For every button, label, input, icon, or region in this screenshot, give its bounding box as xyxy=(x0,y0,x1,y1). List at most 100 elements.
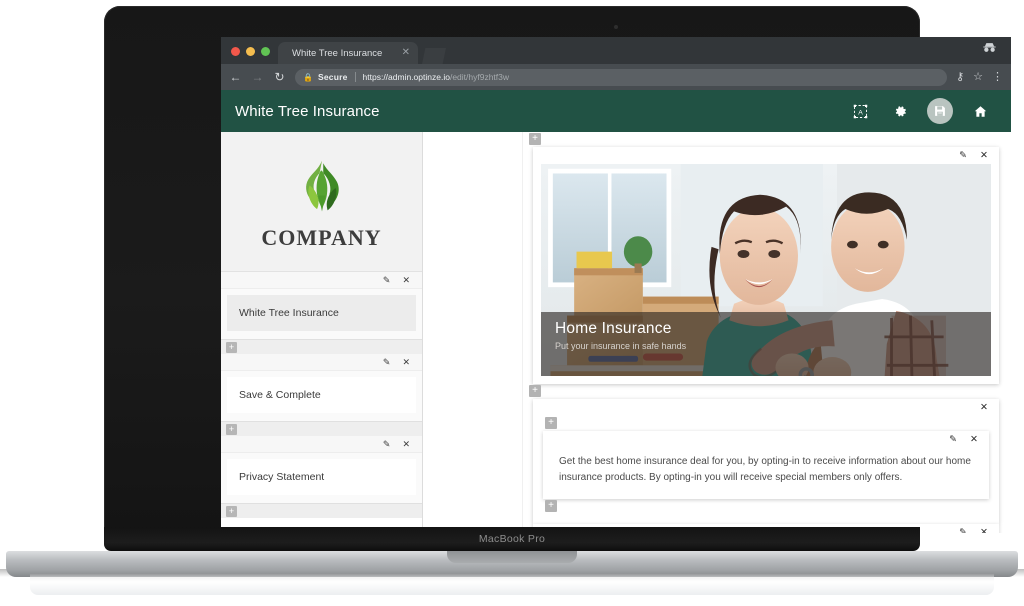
laptop-mockup: White Tree Insurance ✕ ← → ↻ 🔒 Secure ht… xyxy=(0,0,1024,606)
sidebar-item-privacy-statement[interactable]: Privacy Statement xyxy=(227,459,416,495)
canvas-gutter xyxy=(423,132,523,533)
pencil-icon[interactable]: ✎ xyxy=(949,435,957,445)
tree-leaf-logo-icon xyxy=(305,160,339,212)
address-bar-url: https://admin.optinze.io/edit/hyf9zhtf3w xyxy=(363,72,509,82)
sidebar-add-strip: + xyxy=(221,503,422,518)
pencil-icon[interactable]: ✎ xyxy=(383,357,391,367)
window-close-button[interactable] xyxy=(231,47,240,56)
window-minimize-button[interactable] xyxy=(246,47,255,56)
url-origin: https://admin.optinze.io xyxy=(362,72,450,82)
company-logo-text: COMPANY xyxy=(261,224,382,250)
text-block-toolbar: ✎ ✕ xyxy=(543,431,989,448)
add-block-button[interactable]: + xyxy=(529,133,541,145)
home-icon[interactable] xyxy=(967,98,993,124)
lock-icon: 🔒 xyxy=(303,72,313,82)
pencil-icon[interactable]: ✎ xyxy=(383,275,391,285)
sidebar-block-privacy-statement[interactable]: ✎ ✕ Privacy Statement xyxy=(221,436,422,503)
close-icon[interactable]: ✕ xyxy=(980,151,988,161)
canvas-column: + ✎ ✕ Home Insurance Put your insurance … xyxy=(523,132,1011,533)
sidebar-item-save-complete[interactable]: Save & Complete xyxy=(227,377,416,413)
incognito-icon xyxy=(982,42,997,55)
add-block-button[interactable]: + xyxy=(529,385,541,397)
incognito-glyph xyxy=(983,43,996,52)
text-outer-block-toolbar: ✕ xyxy=(533,399,999,416)
text-content-block[interactable]: ✎ ✕ Get the best home insurance deal for… xyxy=(543,431,989,499)
text-outer-block[interactable]: ✕ + ✎ ✕ Get the best home insurance deal… xyxy=(533,399,999,524)
key-icon[interactable]: ⚷ xyxy=(956,71,964,83)
laptop-base-notch xyxy=(447,551,577,563)
browser-toolbar: ← → ↻ 🔒 Secure https://admin.optinze.io/… xyxy=(221,64,1011,90)
canvas-add-strip: + xyxy=(523,132,999,147)
add-block-button[interactable]: + xyxy=(226,424,237,435)
app-viewport: White Tree Insurance A COMPANY ✎ ✕ White… xyxy=(221,90,1011,533)
layout-frame-icon[interactable]: A xyxy=(847,98,873,124)
url-path: /edit/hyf9zhtf3w xyxy=(449,72,510,82)
close-icon[interactable]: ✕ xyxy=(402,275,410,285)
paragraph-text: Get the best home insurance deal for you… xyxy=(559,456,971,483)
new-tab-button[interactable] xyxy=(422,48,446,64)
window-maximize-button[interactable] xyxy=(261,47,270,56)
add-block-button[interactable]: + xyxy=(545,417,557,429)
home-glyph xyxy=(974,105,986,117)
sidebar-add-strip: + xyxy=(221,339,422,354)
canvas: + ✎ ✕ Home Insurance Put your insurance … xyxy=(423,132,1011,533)
pencil-icon[interactable]: ✎ xyxy=(383,439,391,449)
browser-tab-bar: White Tree Insurance ✕ xyxy=(221,37,1011,64)
page-title: White Tree Insurance xyxy=(235,102,380,120)
close-icon[interactable]: ✕ xyxy=(970,435,978,445)
hero-block-toolbar: ✎ ✕ xyxy=(533,147,999,164)
hero-image: Home Insurance Put your insurance in saf… xyxy=(541,164,991,376)
window-traffic-lights xyxy=(221,47,278,64)
add-block-button[interactable]: + xyxy=(226,342,237,353)
secure-label: Secure xyxy=(317,72,348,82)
pencil-icon[interactable]: ✎ xyxy=(959,151,967,161)
canvas-add-strip: + xyxy=(523,384,999,399)
floppy-disk-glyph xyxy=(935,106,945,116)
close-icon[interactable]: ✕ xyxy=(980,403,988,413)
save-icon[interactable] xyxy=(927,98,953,124)
address-bar[interactable]: 🔒 Secure https://admin.optinze.io/edit/h… xyxy=(295,68,948,86)
close-icon[interactable]: ✕ xyxy=(402,439,410,449)
sidebar: COMPANY ✎ ✕ White Tree Insurance + ✎ ✕ S… xyxy=(221,132,423,533)
arrow-forward-icon[interactable]: → xyxy=(251,71,264,83)
tab-close-icon[interactable]: ✕ xyxy=(402,48,410,58)
hero-title: Home Insurance xyxy=(555,320,672,337)
sidebar-block-toolbar: ✎ ✕ xyxy=(221,354,422,371)
canvas-add-strip: + xyxy=(539,499,993,514)
webcam-icon xyxy=(614,25,618,29)
browser-tab[interactable]: White Tree Insurance ✕ xyxy=(278,42,418,64)
sidebar-item-white-tree-insurance[interactable]: White Tree Insurance xyxy=(227,295,416,331)
hero-image-block[interactable]: ✎ ✕ Home Insurance Put your insurance in… xyxy=(533,147,999,384)
three-dot-menu-icon[interactable]: ⋮ xyxy=(992,71,1003,83)
text-inner-wrap: + ✎ ✕ Get the best home insurance deal f… xyxy=(539,416,993,514)
app-header-actions: A xyxy=(847,98,993,124)
company-logo-block: COMPANY xyxy=(221,132,422,272)
sidebar-block-toolbar: ✎ ✕ xyxy=(221,436,422,453)
close-icon[interactable]: ✕ xyxy=(402,357,410,367)
sidebar-block-save-complete[interactable]: ✎ ✕ Save & Complete xyxy=(221,354,422,421)
reload-icon[interactable]: ↻ xyxy=(273,71,286,83)
gear-icon[interactable] xyxy=(887,98,913,124)
laptop-model-label: MacBook Pro xyxy=(478,533,546,545)
app-header: White Tree Insurance A xyxy=(221,90,1011,132)
sidebar-block-toolbar: ✎ ✕ xyxy=(221,272,422,289)
hero-subtitle: Put your insurance in safe hands xyxy=(555,341,687,351)
gear-glyph xyxy=(895,105,906,116)
add-block-button[interactable]: + xyxy=(226,506,237,517)
layout-frame-glyph: A xyxy=(853,104,867,118)
star-icon[interactable]: ☆ xyxy=(973,71,983,83)
arrow-back-icon[interactable]: ← xyxy=(229,71,242,83)
laptop-screen: White Tree Insurance ✕ ← → ↻ 🔒 Secure ht… xyxy=(221,37,1011,533)
laptop-lid: White Tree Insurance ✕ ← → ↻ 🔒 Secure ht… xyxy=(104,6,1011,534)
laptop-foot xyxy=(30,573,994,595)
canvas-add-strip: + xyxy=(539,416,993,431)
close-icon[interactable]: ✕ xyxy=(980,528,988,533)
browser-window: White Tree Insurance ✕ ← → ↻ 🔒 Secure ht… xyxy=(221,37,1011,533)
browser-tab-title: White Tree Insurance xyxy=(292,47,383,59)
pencil-icon[interactable]: ✎ xyxy=(959,528,967,533)
add-block-button[interactable]: + xyxy=(545,500,557,512)
hero-caption: Home Insurance Put your insurance in saf… xyxy=(541,312,991,376)
laptop-chin: MacBook Pro xyxy=(104,527,920,551)
app-body: COMPANY ✎ ✕ White Tree Insurance + ✎ ✕ S… xyxy=(221,132,1011,533)
sidebar-block-white-tree-insurance[interactable]: ✎ ✕ White Tree Insurance xyxy=(221,272,422,339)
